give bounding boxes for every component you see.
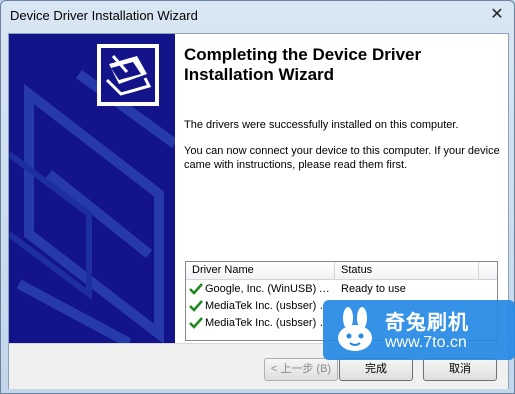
success-message: The drivers were successfully installed … (184, 119, 459, 131)
title-bar[interactable]: Device Driver Installation Wizard ✕ (1, 1, 514, 33)
table-row[interactable]: Google, Inc. (WinUSB) A... Ready to use (186, 281, 497, 298)
wizard-side-banner (9, 34, 175, 343)
check-icon (189, 317, 203, 329)
driver-name: Google, Inc. (WinUSB) A... (205, 283, 333, 295)
close-icon[interactable]: ✕ (486, 5, 508, 25)
page-title: Completing the Device Driver Installatio… (184, 45, 422, 84)
driver-status: Ready to use (341, 283, 406, 295)
watermark-title: 奇兔刷机 (385, 312, 469, 334)
finish-button[interactable]: 完成 (339, 358, 413, 381)
driver-list-header: Driver Name Status (186, 262, 497, 280)
window-title: Device Driver Installation Wizard (10, 8, 198, 23)
column-divider[interactable] (478, 262, 479, 279)
banner-graphic (9, 44, 175, 343)
check-icon (189, 300, 203, 312)
watermark-badge: 奇兔刷机 www.7to.cn (323, 300, 515, 360)
check-icon (189, 283, 203, 295)
device-box-icon (97, 44, 159, 106)
rabbit-logo-icon (338, 307, 372, 351)
back-button[interactable]: < 上一步 (B) (264, 358, 338, 381)
column-divider[interactable] (334, 262, 335, 279)
watermark-url: www.7to.cn (385, 334, 467, 351)
driver-name: MediaTek Inc. (usbser) P... (205, 317, 333, 329)
wizard-content: Completing the Device Driver Installatio… (175, 34, 508, 343)
driver-name: MediaTek Inc. (usbser) P... (205, 300, 333, 312)
column-header-driver-name[interactable]: Driver Name (192, 264, 254, 276)
cancel-button[interactable]: 取消 (423, 358, 497, 381)
instructions-message: You can now connect your device to this … (184, 145, 500, 171)
column-header-status[interactable]: Status (341, 264, 372, 276)
